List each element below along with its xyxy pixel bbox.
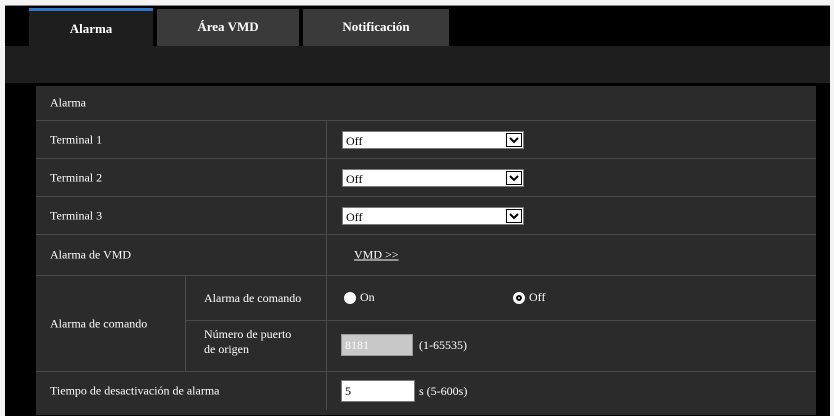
command-on-label: On (360, 290, 375, 304)
command-off-radio[interactable]: Off (513, 290, 545, 305)
deactivation-time-unit: s (5-600s) (419, 384, 468, 398)
source-port-input[interactable]: 8181 (341, 334, 413, 356)
deactivation-time-input[interactable]: 5 (341, 380, 415, 402)
divider (326, 121, 327, 158)
alarm-settings-panel: Alarma Terminal 1 Off Terminal 2 Off Ter… (36, 86, 816, 415)
terminal-3-row: Terminal 3 Off (36, 197, 816, 235)
source-port-label-line1: Número de puerto (204, 327, 292, 341)
terminal-2-row: Terminal 2 Off (36, 159, 816, 197)
divider (326, 197, 327, 234)
source-port-label: Número de puerto de origen (204, 327, 291, 357)
command-alarm-sub-label: Alarma de comando (204, 291, 302, 305)
terminal-2-value: Off (346, 172, 363, 186)
divider (326, 372, 327, 410)
radio-selected-icon (513, 291, 525, 304)
divider (185, 276, 186, 371)
divider (326, 159, 327, 196)
terminal-2-select[interactable]: Off (342, 169, 524, 187)
deactivation-time-row: Tiempo de desactivación de alarma 5 s (5… (36, 372, 816, 410)
vmd-alarm-row: Alarma de VMD VMD >> (36, 235, 816, 276)
terminal-3-select[interactable]: Off (342, 207, 524, 225)
deactivation-time-label: Tiempo de desactivación de alarma (50, 383, 220, 398)
tab-notificacion[interactable]: Notificación (303, 9, 449, 46)
source-port-label-line2: de origen (204, 342, 249, 356)
tab-alarma[interactable]: Alarma (29, 8, 153, 49)
divider (186, 320, 816, 321)
vmd-alarm-label: Alarma de VMD (50, 247, 132, 262)
section-header-row: Alarma (36, 86, 816, 121)
command-alarm-group-label: Alarma de comando (50, 316, 148, 330)
terminal-2-label: Terminal 2 (50, 170, 103, 184)
command-off-label: Off (529, 290, 546, 304)
vmd-link[interactable]: VMD >> (354, 248, 399, 263)
terminal-3-label: Terminal 3 (50, 208, 103, 222)
terminal-1-row: Terminal 1 Off (36, 121, 816, 159)
tab-content-band (5, 46, 830, 83)
terminal-1-value: Off (346, 134, 363, 148)
radio-unselected-icon (344, 291, 356, 304)
divider (326, 276, 327, 371)
chevron-down-icon (506, 171, 522, 185)
chevron-down-icon (506, 209, 522, 223)
command-alarm-group: Alarma de comando Alarma de comando On O… (36, 276, 816, 372)
section-title: Alarma (50, 95, 86, 110)
terminal-1-select[interactable]: Off (342, 131, 524, 149)
divider (326, 235, 327, 275)
command-on-radio[interactable]: On (344, 290, 375, 305)
tab-area-vmd[interactable]: Área VMD (157, 9, 299, 46)
source-port-range: (1-65535) (419, 338, 467, 352)
terminal-3-value: Off (346, 210, 363, 224)
terminal-1-label: Terminal 1 (50, 132, 103, 146)
chevron-down-icon (506, 133, 522, 147)
